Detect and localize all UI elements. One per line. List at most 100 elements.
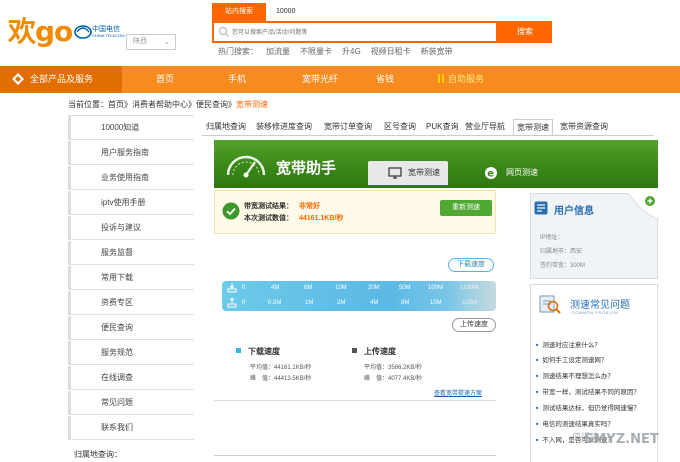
breadcrumb-link[interactable]: 首页 xyxy=(108,100,124,109)
tab-region-lookup[interactable]: 归属地查询 xyxy=(206,119,246,135)
hot-search-link[interactable]: 新装宽带 xyxy=(421,47,453,56)
download-summary-title: 下载速度 xyxy=(248,347,280,356)
breadcrumb-sep: 》 xyxy=(188,100,196,109)
speedometer-icon xyxy=(226,155,266,178)
faq-item[interactable]: 电信的测速结果真实吗？ xyxy=(536,418,614,428)
nav-self-service-label: 自助服务 xyxy=(448,74,485,84)
nav-all-products[interactable]: 全部产品及服务 xyxy=(0,66,122,93)
nav-item-broadband[interactable]: 宽带光纤 xyxy=(302,66,338,93)
search-icon xyxy=(218,26,229,37)
logo-text: 欢go xyxy=(8,15,73,48)
result-quality-label: 带宽测试结果： xyxy=(244,203,293,210)
scale-mark-upload: 1M xyxy=(305,300,314,306)
breadcrumb-prefix: 当前位置： xyxy=(68,100,108,109)
hot-search-link[interactable]: 加流量 xyxy=(266,47,290,56)
hot-search: 热门搜索： 加流量 不限量卡 升4G 视频日租卡 新装宽带 xyxy=(218,46,463,57)
tab-broadband-order[interactable]: 宽带订单查询 xyxy=(324,119,372,135)
hot-search-link[interactable]: 视频日租卡 xyxy=(371,47,411,56)
site-logo[interactable]: 欢go xyxy=(8,10,73,50)
breadcrumb-link[interactable]: 消费者帮助中心 xyxy=(132,100,188,109)
faq-item[interactable]: 测试结果达标，但仍觉得网速慢？ xyxy=(536,402,640,412)
scale-mark-download: 50M xyxy=(399,285,411,291)
sidebar-item[interactable]: 便民查询 xyxy=(68,316,194,340)
nav-item-save[interactable]: 省钱 xyxy=(376,66,394,93)
scale-mark-upload: 0 xyxy=(242,300,246,306)
check-circle-icon xyxy=(222,202,240,220)
retest-button[interactable]: 重新测速 xyxy=(440,200,492,216)
sidebar-item[interactable]: 投诉与建议 xyxy=(68,216,194,240)
upload-peak: 峰 值：4077.4KB/秒 xyxy=(364,376,423,382)
grid-diamond-icon xyxy=(12,73,24,85)
chevron-down-icon: ⌄ xyxy=(164,39,170,46)
scale-mark-download: 10M xyxy=(335,285,347,291)
nav-item-home[interactable]: 首页 xyxy=(156,66,174,93)
tab-broadband-resource[interactable]: 宽带资源查询 xyxy=(560,119,608,135)
sidebar-item[interactable]: 在线调查 xyxy=(68,366,194,390)
view-speedup-plan-link[interactable]: 查看宽带提速方案 xyxy=(434,388,482,397)
broadband-speed-tab[interactable]: 宽带测速 xyxy=(368,161,448,185)
result-value: 本次测试数值： 44161.1KB/秒 xyxy=(244,213,343,223)
scale-mark-download: 0 xyxy=(242,285,246,291)
sidebar-item[interactable]: 服务监督 xyxy=(68,241,194,265)
ip-address-label: IP地址： xyxy=(540,235,564,241)
page-curl-plus-icon[interactable] xyxy=(628,193,658,219)
result-quality: 带宽测试结果： 非常好 xyxy=(244,201,320,211)
tab-10000-zhidao[interactable]: 10000知道 xyxy=(268,3,303,33)
svg-text:e: e xyxy=(487,169,494,180)
sidebar-item[interactable]: 常见问题 xyxy=(68,391,194,415)
breadcrumb-current: 宽带测速 xyxy=(236,100,268,109)
faq-title: 测速常见问题 xyxy=(570,300,630,311)
summary-divider xyxy=(214,400,496,401)
nav-item-self-service[interactable]: 自助服务 xyxy=(438,66,484,93)
region-value: 陕西 xyxy=(133,38,147,45)
monitor-icon xyxy=(388,167,402,179)
scale-mark-download: 100M xyxy=(428,285,444,291)
tab-install-progress[interactable]: 装移修进度查询 xyxy=(256,119,312,135)
browser-e-icon: e xyxy=(485,167,497,180)
region-select[interactable]: 陕西 ⌄ xyxy=(126,34,176,50)
sidebar-item[interactable]: 常用下载 xyxy=(68,266,194,290)
sidebar-item[interactable]: 业务使用指南 xyxy=(68,166,194,190)
tab-site-search[interactable]: 站内搜索 xyxy=(212,3,266,21)
hot-search-link[interactable]: 不限量卡 xyxy=(300,47,332,56)
sidebar-item[interactable]: 资费专区 xyxy=(68,291,194,315)
download-peak: 峰 值：44413.5KB/秒 xyxy=(250,376,312,382)
faq-item[interactable]: 如何手工设定测速网？ xyxy=(536,354,607,364)
sidebar-item[interactable]: 联系我们 xyxy=(68,416,194,440)
sidebar-item[interactable]: 10000知道 xyxy=(68,116,194,140)
user-card-icon xyxy=(534,201,548,215)
faq-item[interactable]: 测速结果不理想怎么办？ xyxy=(536,370,614,380)
web-speed-tab[interactable]: e 网页测速 xyxy=(468,161,558,185)
result-value-number: 44161.1KB/秒 xyxy=(299,215,344,222)
hot-search-label: 热门搜索： xyxy=(218,47,258,56)
tabs-divider xyxy=(202,135,654,136)
sidebar-item[interactable]: 用户服务指南 xyxy=(68,141,194,165)
scale-mark-upload: 2M xyxy=(337,300,346,306)
upload-summary-title: 上传速度 xyxy=(364,347,396,356)
download-average: 平均值：44161.1KB/秒 xyxy=(250,365,312,371)
faq-item[interactable]: 测速时应注意什么？ xyxy=(536,339,601,349)
tab-speed-test[interactable]: 宽带测速 xyxy=(513,119,553,135)
hot-search-link[interactable]: 升4G xyxy=(342,47,361,56)
search-button[interactable]: 搜索 xyxy=(498,21,552,43)
scale-mark-download: 6M xyxy=(304,285,313,291)
upload-icon xyxy=(227,298,237,308)
download-speed-tag: 下载速度 xyxy=(448,258,494,272)
upload-legend-mark xyxy=(352,348,357,353)
search-input[interactable] xyxy=(232,26,472,39)
self-service-icon xyxy=(442,74,444,83)
scale-mark-upload: ≥10M xyxy=(462,300,477,306)
user-info-title: 用户信息 xyxy=(554,206,594,217)
faq-item[interactable]: 带宽一样，测试结果不同的原因？ xyxy=(536,386,640,396)
scale-mark-download: 4M xyxy=(271,285,280,291)
tab-puk[interactable]: PUK查询 xyxy=(426,119,458,135)
scale-mark-upload: 0.5M xyxy=(268,300,282,306)
sidebar-item[interactable]: 服务规范 xyxy=(68,341,194,365)
tab-store-nav[interactable]: 营业厅导航 xyxy=(465,119,505,135)
breadcrumb-link[interactable]: 便民查询 xyxy=(196,100,228,109)
tab-area-code[interactable]: 区号查询 xyxy=(384,119,416,135)
region-lookup-label: 归属地查询： xyxy=(74,450,122,459)
sidebar-item[interactable]: iptv使用手册 xyxy=(68,191,194,215)
breadcrumb-sep: 》 xyxy=(124,100,132,109)
nav-item-mobile[interactable]: 手机 xyxy=(228,66,246,93)
